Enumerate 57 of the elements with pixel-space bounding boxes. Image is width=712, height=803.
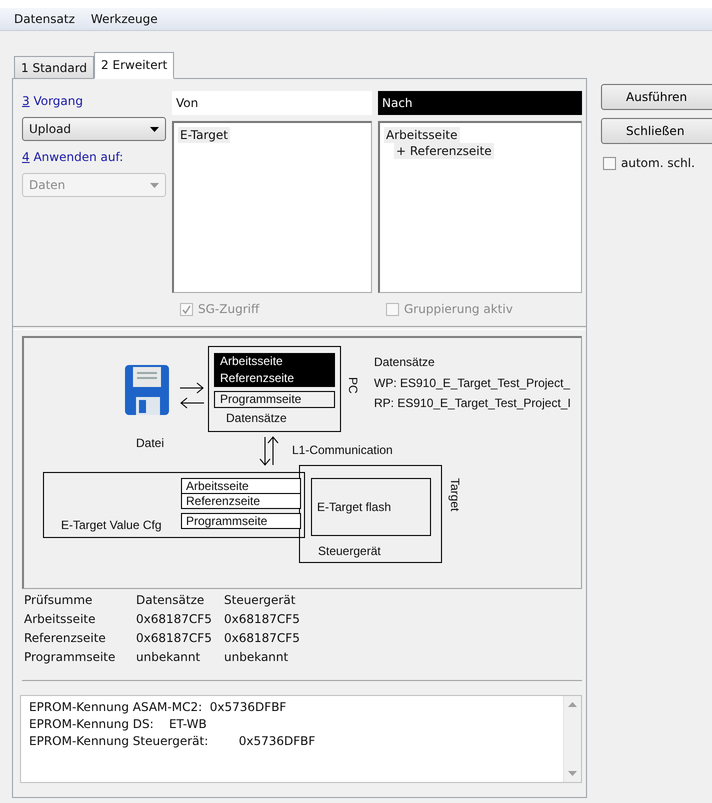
page-item: Referenzseite bbox=[214, 370, 335, 387]
table-cell-text: unbekannt bbox=[136, 650, 202, 664]
box-caption: E-Target Value Cfg bbox=[61, 518, 162, 532]
action-button[interactable]: Ausführen bbox=[601, 84, 712, 110]
box-caption: Steuergerät bbox=[318, 544, 381, 558]
table-cell-text: 0x68187CF5 bbox=[224, 631, 301, 645]
page-item: Programmseite bbox=[214, 391, 335, 408]
checkbox[interactable]: autom. schl. bbox=[601, 152, 712, 174]
datasets-title: Datensätze bbox=[374, 355, 435, 369]
log-line: EPROM-Kennung DS: ET-WB bbox=[29, 717, 208, 731]
column-header: Prüfsumme bbox=[24, 593, 94, 607]
scroll-down-icon[interactable] bbox=[568, 771, 577, 776]
target-label: Target bbox=[448, 478, 462, 512]
column-header[interactable]: Nach bbox=[378, 91, 582, 115]
table-cell-text: 0x68187CF5 bbox=[136, 631, 213, 645]
scroll-up-icon[interactable] bbox=[568, 702, 577, 707]
list-box[interactable]: E-Target bbox=[172, 121, 372, 293]
column-header[interactable]: Von bbox=[172, 91, 372, 115]
table-cell-text: 0x68187CF5 bbox=[224, 612, 301, 626]
swap-arrows-icon bbox=[179, 382, 205, 409]
dataset-path: WP: ES910_E_Target_Test_Project_ bbox=[374, 376, 570, 390]
field-label: 3 Vorgang bbox=[22, 93, 84, 110]
page-item: Arbeitsseite bbox=[181, 478, 301, 494]
check-icon bbox=[182, 304, 191, 314]
scrollbar[interactable] bbox=[563, 696, 581, 782]
tab[interactable]: 2 Erweitert bbox=[94, 52, 174, 79]
field-label: 4 Anwenden auf: bbox=[22, 149, 124, 166]
table-cell-text: Arbeitsseite bbox=[24, 612, 96, 626]
dropdown-caret-icon bbox=[150, 126, 159, 132]
list-item[interactable]: + Referenzseite bbox=[394, 143, 494, 159]
file-label: Datei bbox=[136, 436, 164, 450]
column-header: Datensätze bbox=[136, 593, 206, 607]
page-item: Referenzseite bbox=[181, 493, 301, 509]
table-cell-text: Programmseite bbox=[24, 650, 116, 664]
page-item: Arbeitsseite bbox=[214, 353, 335, 370]
flash-label: E-Target flash bbox=[317, 500, 392, 514]
menu-item[interactable]: Werkzeuge bbox=[88, 12, 160, 26]
table-cell-text: Referenzseite bbox=[24, 631, 107, 645]
dataset-path: RP: ES910_E_Target_Test_Project_I bbox=[374, 396, 571, 410]
tab[interactable]: 1 Standard bbox=[14, 56, 94, 78]
link-label: L1-Communication bbox=[292, 443, 393, 457]
page-item: Programmseite bbox=[181, 513, 301, 529]
menu-item[interactable]: Datensatz bbox=[12, 12, 77, 26]
list-item[interactable]: E-Target bbox=[178, 127, 230, 143]
action-button[interactable]: Schließen bbox=[601, 118, 712, 144]
dropdown-caret-icon bbox=[150, 182, 159, 188]
dropdown[interactable]: Upload bbox=[22, 117, 166, 141]
table-cell-text: unbekannt bbox=[224, 650, 290, 664]
table-cell-text: 0x68187CF5 bbox=[136, 612, 213, 626]
box-caption: Datensätze bbox=[226, 411, 287, 425]
list-item[interactable]: Arbeitsseite bbox=[384, 127, 460, 143]
log-line: EPROM-Kennung ASAM-MC2: 0x5736DFBF bbox=[29, 700, 288, 714]
log-line: EPROM-Kennung Steuergerät: 0x5736DFBF bbox=[29, 734, 316, 748]
transfer-arrows-icon bbox=[259, 436, 279, 466]
list-box[interactable]: Arbeitsseite + Referenzseite bbox=[378, 121, 582, 293]
pc-label: PC bbox=[346, 377, 360, 394]
column-header: Steuergerät bbox=[224, 593, 296, 607]
